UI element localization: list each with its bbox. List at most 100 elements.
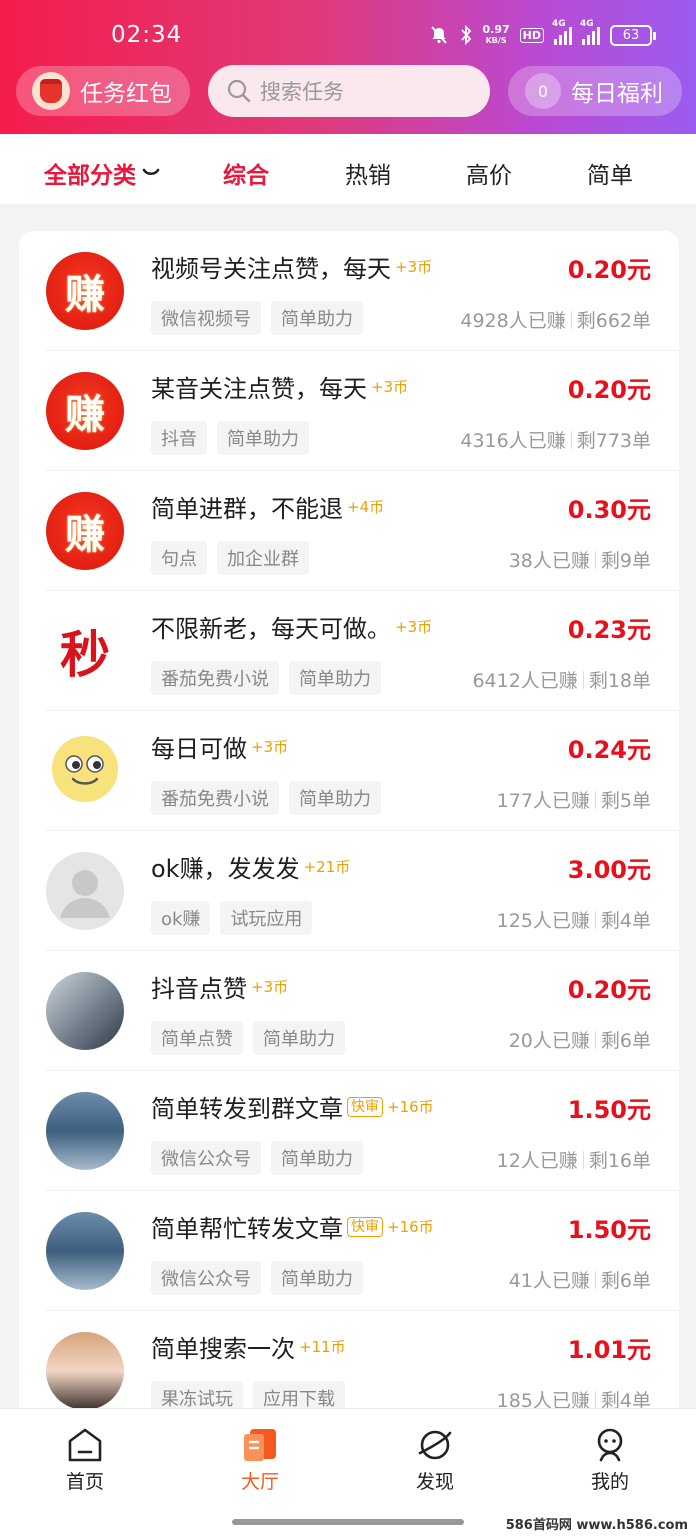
task-stats: 20人已赚 剩6单 <box>508 1030 651 1052</box>
task-stats: 41人已赚 剩6单 <box>508 1270 651 1292</box>
task-tag: 简单助力 <box>271 1261 363 1295</box>
task-tag: ok赚 <box>151 901 211 935</box>
task-item[interactable]: 每日可做 +3币 0.24元 番茄免费小说 简单助力 177人已赚 剩5单 <box>19 711 679 831</box>
task-tag: 简单助力 <box>253 1021 345 1055</box>
task-list: 赚 视频号关注点赞，每天 +3币 0.20元 微信视频号 简单助力 4928人已赚剩… <box>19 231 679 1431</box>
tab-jiandan[interactable]: 简单 <box>587 156 633 190</box>
coin-reward: +16币 <box>387 1098 434 1116</box>
task-tag: 简单点赞 <box>151 1021 243 1055</box>
task-avatar: 秒 <box>60 625 110 684</box>
watermark: 586首码网 www.h586.com <box>505 1518 688 1533</box>
task-stats: 177人已赚 剩5单 <box>496 790 651 812</box>
task-price: 0.20元 <box>567 256 651 284</box>
task-tag: 抖音 <box>151 421 207 455</box>
coin-reward: +3币 <box>395 258 433 276</box>
task-tag: 微信公众号 <box>151 1261 261 1295</box>
task-item[interactable]: 简单转发到群文章 快审 +16币 1.50元 微信公众号 简单助力 12人已赚 剩16单 <box>19 1071 679 1191</box>
task-price: 1.50元 <box>567 1216 651 1244</box>
task-item[interactable]: ok赚，发发发 +21币 3.00元 ok赚 试玩应用 125人已赚 剩4单 <box>19 831 679 951</box>
tab-hall[interactable]: 大厅 <box>210 1427 310 1494</box>
coin-reward: +3币 <box>371 378 409 396</box>
chevron-down-icon <box>142 168 160 176</box>
net-speed: 0.97 KB/S <box>482 23 510 45</box>
red-packet-icon <box>32 72 70 110</box>
task-title: 每日可做 <box>151 735 247 763</box>
task-tag: 简单助力 <box>271 301 363 335</box>
task-title: 不限新老，每天可做。 <box>151 615 391 643</box>
task-tag: 简单助力 <box>217 421 309 455</box>
tab-rexiao[interactable]: 热销 <box>345 156 391 190</box>
fast-review-badge: 快审 <box>347 1096 383 1117</box>
task-title: 某音关注点赞，每天 <box>151 375 367 403</box>
task-title: 视频号关注点赞，每天 <box>151 255 391 283</box>
home-icon <box>68 1428 102 1462</box>
tab-mine[interactable]: 我的 <box>560 1427 660 1494</box>
home-indicator[interactable] <box>232 1519 464 1525</box>
task-tag: 微信视频号 <box>151 301 261 335</box>
category-bar: 全部分类 综合 热销 高价 简单 <box>0 134 696 204</box>
signal-icon-2: 4G <box>580 19 600 45</box>
task-title: ok赚，发发发 <box>151 855 300 883</box>
coin-reward: +3币 <box>395 618 433 636</box>
task-hongbao-button[interactable]: 任务红包 <box>16 66 190 116</box>
task-item[interactable]: 赚 某音关注点赞，每天 +3币 0.20元 抖音 简单助力 4316人已赚 剩773单 <box>19 351 679 471</box>
task-title: 简单搜索一次 <box>151 1335 295 1363</box>
photo-avatar <box>46 972 124 1050</box>
tab-home[interactable]: 首页 <box>35 1427 135 1494</box>
photo-avatar <box>46 1092 124 1170</box>
task-price: 0.24元 <box>567 736 651 764</box>
task-price: 0.20元 <box>567 976 651 1004</box>
header: 02:34 0.97 KB/S HD 4G 4G 63 任务红包 搜索任务 0 每… <box>0 0 696 134</box>
photo-avatar <box>46 1332 124 1410</box>
task-title: 抖音点赞 <box>151 975 247 1003</box>
tab-zonghe[interactable]: 综合 <box>223 156 269 190</box>
task-price: 0.20元 <box>567 376 651 404</box>
task-item[interactable]: 简单帮忙转发文章 快审 +16币 1.50元 微信公众号 简单助力 41人已赚 剩6单 <box>19 1191 679 1311</box>
tab-discover[interactable]: 发现 <box>385 1427 485 1494</box>
coin-reward: +11币 <box>299 1338 346 1356</box>
hd-icon: HD <box>519 27 544 43</box>
all-categories-dropdown[interactable]: 全部分类 <box>44 156 160 190</box>
task-item[interactable]: 秒 不限新老，每天可做。 +3币 0.23元 番茄免费小说 简单助力 6412人已赚… <box>19 591 679 711</box>
task-avatar: 赚 <box>46 492 124 570</box>
task-stats: 4316人已赚 剩773单 <box>460 430 651 452</box>
task-tag: 试玩应用 <box>220 901 313 935</box>
status-icons: 0.97 KB/S HD 4G 4G 63 <box>429 19 656 46</box>
task-hall-icon <box>244 1429 276 1461</box>
task-item[interactable]: 赚 简单进群，不能退 +4币 0.30元 句点 加企业群 38人已赚 剩9单 <box>19 471 679 591</box>
task-tag: 加企业群 <box>217 541 309 575</box>
task-tag: 番茄免费小说 <box>151 781 279 815</box>
coin-reward: +3币 <box>251 738 289 756</box>
task-item[interactable]: 抖音点赞 +3币 0.20元 简单点赞 简单助力 20人已赚 剩6单 <box>19 951 679 1071</box>
daily-bonus-count: 0 <box>525 73 561 109</box>
bluetooth-icon <box>460 25 471 45</box>
search-input[interactable]: 搜索任务 <box>208 65 490 117</box>
task-title: 简单进群，不能退 <box>151 495 343 523</box>
mute-bell-icon <box>430 26 447 44</box>
planet-icon <box>418 1430 452 1460</box>
battery-icon: 63 <box>610 24 656 46</box>
task-title: 简单转发到群文章 <box>151 1095 343 1123</box>
task-tag: 句点 <box>151 541 207 575</box>
task-price: 1.01元 <box>567 1336 651 1364</box>
tab-gaojia[interactable]: 高价 <box>466 156 512 190</box>
task-stats: 38人已赚 剩9单 <box>508 550 651 572</box>
task-stats: 6412人已赚 剩18单 <box>472 670 651 692</box>
smiley-avatar <box>46 732 124 810</box>
task-item[interactable]: 赚 视频号关注点赞，每天 +3币 0.20元 微信视频号 简单助力 4928人已赚剩… <box>19 231 679 351</box>
task-price: 0.23元 <box>567 616 651 644</box>
default-avatar-icon <box>46 852 124 930</box>
daily-bonus-label: 每日福利 <box>571 81 663 107</box>
coin-reward: +3币 <box>251 978 289 996</box>
signal-icon: 4G <box>552 19 572 45</box>
coin-reward: +4币 <box>347 498 385 516</box>
task-price: 0.30元 <box>567 496 651 524</box>
status-bar: 02:34 0.97 KB/S HD 4G 4G 63 <box>0 0 696 70</box>
daily-bonus-button[interactable]: 0 每日福利 <box>508 66 682 116</box>
photo-avatar <box>46 1212 124 1290</box>
coin-reward: +16币 <box>387 1218 434 1236</box>
task-stats: 125人已赚 剩4单 <box>496 910 651 932</box>
profile-icon <box>597 1428 623 1462</box>
task-tag: 简单助力 <box>289 661 381 695</box>
task-tag: 简单助力 <box>289 781 381 815</box>
